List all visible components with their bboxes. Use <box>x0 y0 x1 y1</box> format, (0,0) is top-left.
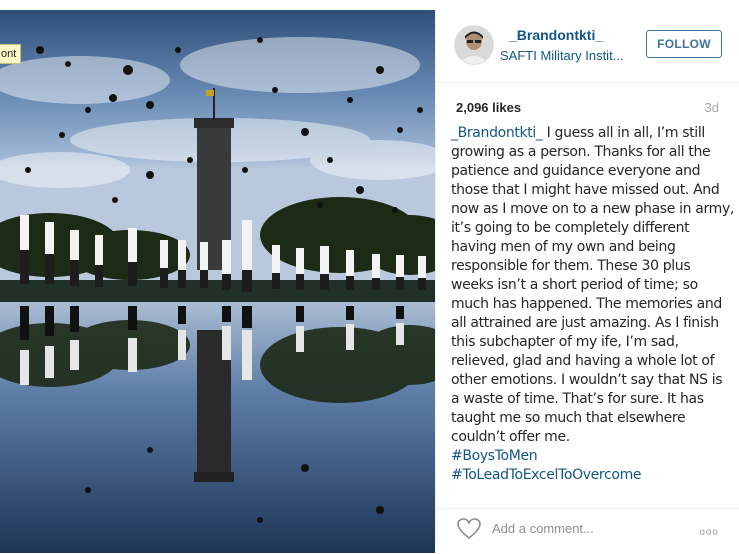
hashtag-link[interactable]: #ToLeadToExcelToOvercome <box>451 466 734 485</box>
comment-input[interactable]: Add a comment... <box>492 517 682 541</box>
post-photo[interactable] <box>0 10 435 553</box>
post-details-panel: _Brandontkti_ SAFTI Military Instit... F… <box>436 10 739 553</box>
post-time[interactable]: 3d <box>705 100 719 115</box>
likes-count[interactable]: 2,096 likes <box>456 100 521 115</box>
caption-username-link[interactable]: _Brandontkti_ <box>451 125 543 141</box>
follow-button[interactable]: FOLLOW <box>646 30 722 58</box>
location-link[interactable]: SAFTI Military Instit... <box>500 48 628 63</box>
post-header: _Brandontkti_ SAFTI Military Instit... F… <box>436 10 739 83</box>
username-link[interactable]: _Brandontkti_ <box>509 27 603 43</box>
hashtag-link[interactable]: #BoysToMen <box>451 447 734 466</box>
avatar[interactable] <box>454 25 494 65</box>
caption-text: I guess all in all, I’m still growing as… <box>451 125 734 445</box>
tooltip-fragment: ont <box>0 44 22 64</box>
heart-icon[interactable] <box>456 517 482 541</box>
post-footer: Add a comment... ooo <box>436 508 739 554</box>
post-caption: _Brandontkti_ I guess all in all, I’m st… <box>451 124 734 485</box>
more-options-icon[interactable]: ooo <box>699 527 719 538</box>
